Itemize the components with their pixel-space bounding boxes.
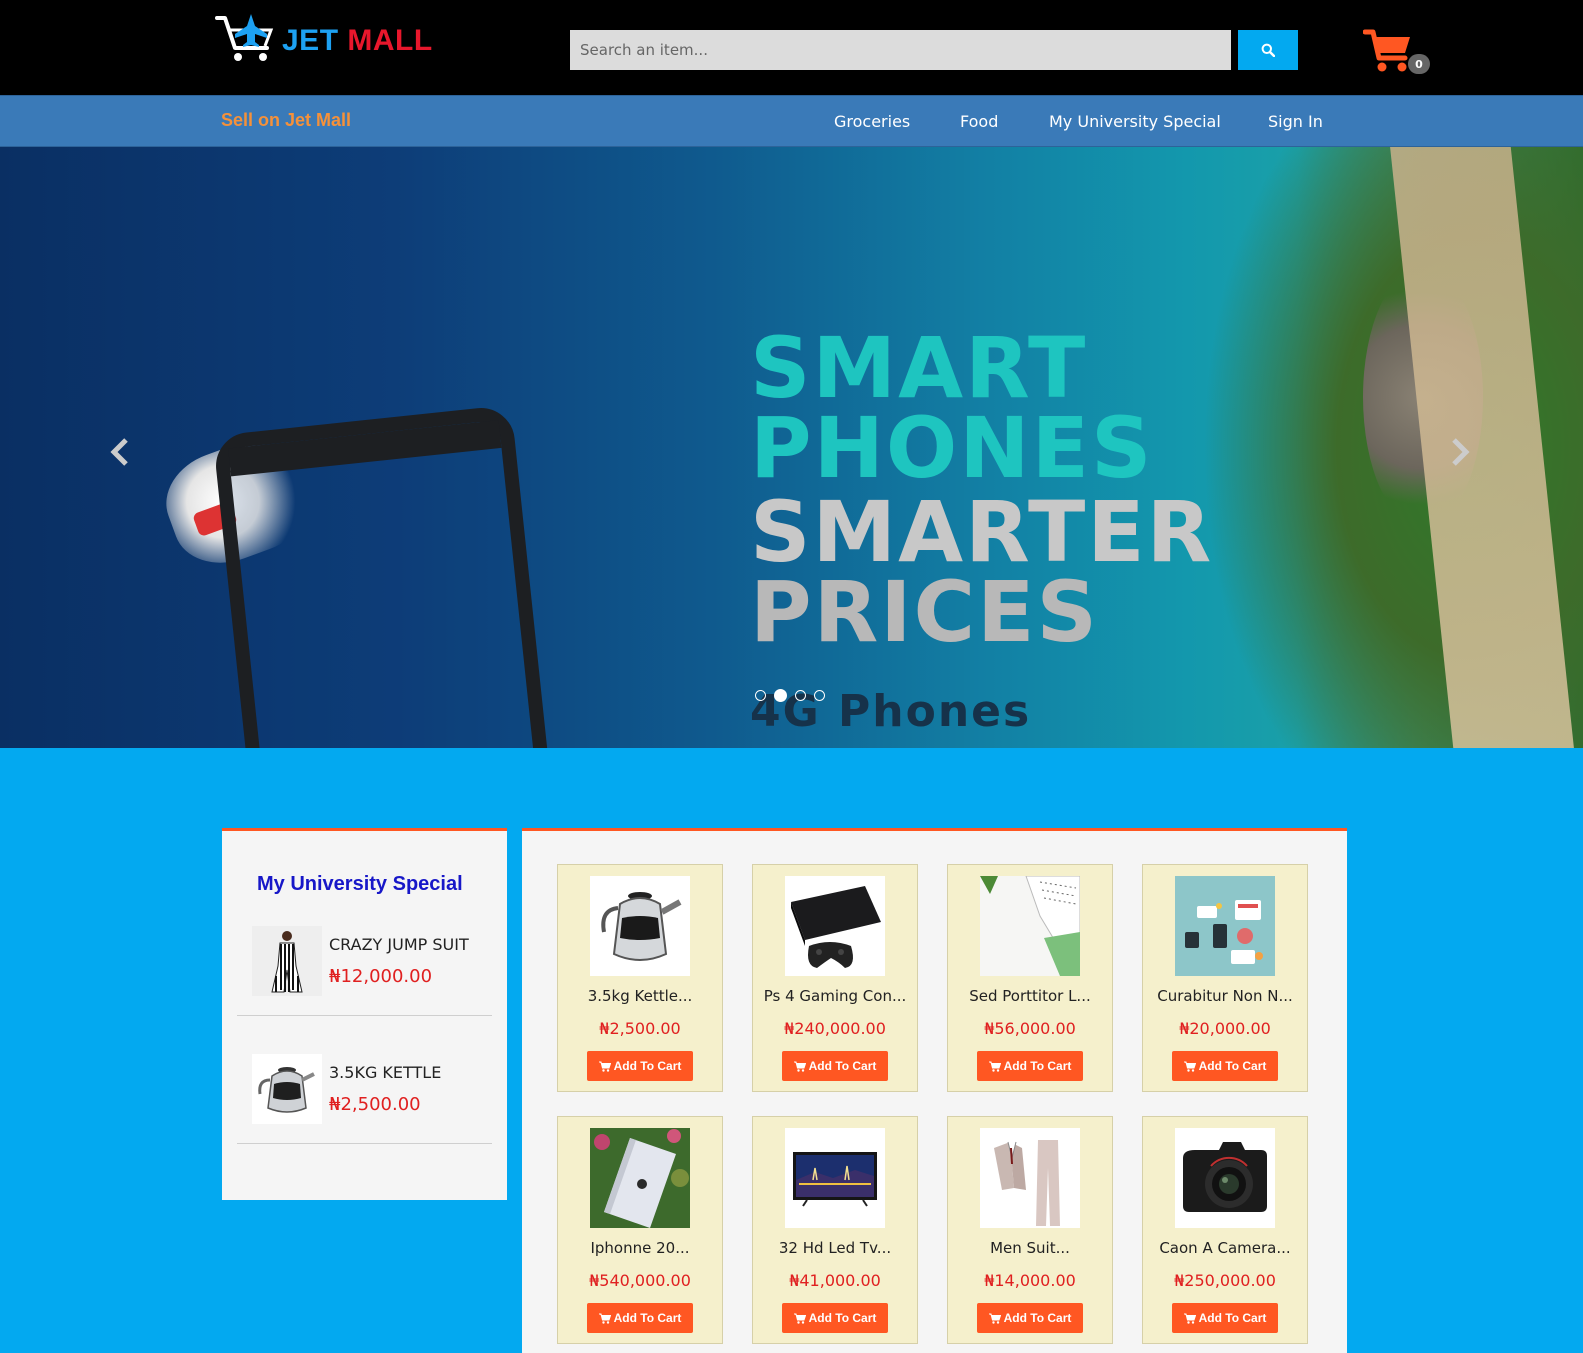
carousel-dot[interactable] <box>755 690 766 701</box>
shopping-cart-icon <box>1362 29 1410 72</box>
product-image[interactable] <box>590 876 690 976</box>
chevron-right-icon <box>1452 438 1470 466</box>
cart-icon <box>793 1061 806 1072</box>
sidebar-item-price: ₦2,500.00 <box>329 1094 421 1115</box>
cart-icon <box>1183 1313 1196 1324</box>
add-to-cart-button[interactable]: Add To Cart <box>977 1303 1083 1333</box>
add-to-cart-label: Add To Cart <box>808 1059 877 1073</box>
product-price: ₦240,000.00 <box>784 1019 886 1038</box>
carousel-indicators <box>755 689 825 702</box>
add-to-cart-button[interactable]: Add To Cart <box>782 1051 888 1081</box>
product-name[interactable]: Caon A Camera... <box>1143 1239 1307 1257</box>
hero-headline-4: PRICES <box>750 563 1100 661</box>
add-to-cart-button[interactable]: Add To Cart <box>977 1051 1083 1081</box>
product-image[interactable] <box>980 1128 1080 1228</box>
product-card[interactable]: Sed Porttitor L... ₦56,000.00 Add To Car… <box>947 864 1113 1092</box>
add-to-cart-button[interactable]: Add To Cart <box>1172 1303 1278 1333</box>
carousel-dot[interactable] <box>814 690 825 701</box>
product-card[interactable]: Ps 4 Gaming Con... ₦240,000.00 Add To Ca… <box>752 864 918 1092</box>
product-price: ₦540,000.00 <box>589 1271 691 1290</box>
add-to-cart-label: Add To Cart <box>808 1311 877 1325</box>
product-name[interactable]: Men Suit... <box>948 1239 1112 1257</box>
search-button[interactable] <box>1238 30 1298 70</box>
sidebar-item-name[interactable]: 3.5KG KETTLE <box>329 1063 441 1082</box>
product-price: ₦2,500.00 <box>599 1019 681 1038</box>
product-image[interactable] <box>980 876 1080 976</box>
add-to-cart-label: Add To Cart <box>1003 1059 1072 1073</box>
add-to-cart-button[interactable]: Add To Cart <box>782 1303 888 1333</box>
search-input[interactable] <box>570 30 1231 70</box>
product-thumbnail[interactable] <box>252 1054 322 1124</box>
product-name[interactable]: Curabitur Non N... <box>1143 987 1307 1005</box>
cart-icon <box>598 1313 611 1324</box>
carousel-dot[interactable] <box>795 690 806 701</box>
sell-on-jet-mall-link[interactable]: Sell on Jet Mall <box>221 110 351 131</box>
product-card[interactable]: 3.5kg Kettle... ₦2,500.00 Add To Cart <box>557 864 723 1092</box>
search-icon <box>1261 43 1275 57</box>
carousel-dot-active[interactable] <box>774 689 787 702</box>
sidebar-item-name[interactable]: CRAZY JUMP SUIT <box>329 935 469 954</box>
add-to-cart-label: Add To Cart <box>1198 1059 1267 1073</box>
sidebar-item[interactable]: 3.5KG KETTLE ₦2,500.00 <box>237 1034 492 1144</box>
logo-jet: JET <box>282 24 339 57</box>
hero-carousel: SMART PHONES SMARTER PRICES 4G Phones <box>0 147 1583 748</box>
cart-count-badge: 0 <box>1408 54 1430 74</box>
sidebar-title: My University Special <box>257 873 463 895</box>
product-price: ₦41,000.00 <box>789 1271 881 1290</box>
logo-text: JET MALL <box>282 24 433 58</box>
cart-icon <box>598 1061 611 1072</box>
product-image[interactable] <box>1175 876 1275 976</box>
add-to-cart-button[interactable]: Add To Cart <box>587 1051 693 1081</box>
sidebar-item[interactable]: CRAZY JUMP SUIT ₦12,000.00 <box>237 906 492 1016</box>
product-thumbnail[interactable] <box>252 926 322 996</box>
product-name[interactable]: 32 Hd Led Tv... <box>753 1239 917 1257</box>
main-nav: Sell on Jet Mall Groceries Food My Unive… <box>0 95 1583 147</box>
add-to-cart-label: Add To Cart <box>613 1311 682 1325</box>
product-grid: 3.5kg Kettle... ₦2,500.00 Add To Cart Ps… <box>522 828 1347 1353</box>
product-card[interactable]: Men Suit... ₦14,000.00 Add To Cart <box>947 1116 1113 1344</box>
product-image[interactable] <box>785 1128 885 1228</box>
hero-headline-1: SMART <box>750 319 1088 417</box>
product-price: ₦14,000.00 <box>984 1271 1076 1290</box>
nav-item-food[interactable]: Food <box>960 112 998 131</box>
nav-item-sign-in[interactable]: Sign In <box>1268 112 1323 131</box>
product-price: ₦250,000.00 <box>1174 1271 1276 1290</box>
cart-icon <box>988 1313 1001 1324</box>
product-name[interactable]: Sed Porttitor L... <box>948 987 1112 1005</box>
add-to-cart-label: Add To Cart <box>613 1059 682 1073</box>
sidebar-item-price: ₦12,000.00 <box>329 966 433 987</box>
nav-item-groceries[interactable]: Groceries <box>834 112 910 131</box>
product-card[interactable]: Curabitur Non N... ₦20,000.00 Add To Car… <box>1142 864 1308 1092</box>
cart-icon <box>988 1061 1001 1072</box>
site-logo[interactable]: JET MALL <box>215 12 435 68</box>
chevron-left-icon <box>110 438 128 466</box>
hero-phone-image <box>212 404 564 748</box>
add-to-cart-button[interactable]: Add To Cart <box>1172 1051 1278 1081</box>
hero-headline-3: SMARTER <box>750 483 1214 581</box>
top-header: JET MALL 0 <box>0 0 1583 95</box>
product-image[interactable] <box>590 1128 690 1228</box>
university-special-sidebar: My University Special CRAZY JUMP SUIT ₦1… <box>222 828 507 1200</box>
cart-icon <box>1183 1061 1196 1072</box>
product-image[interactable] <box>1175 1128 1275 1228</box>
product-price: ₦56,000.00 <box>984 1019 1076 1038</box>
cart-icon <box>793 1313 806 1324</box>
product-card[interactable]: Caon A Camera... ₦250,000.00 Add To Cart <box>1142 1116 1308 1344</box>
hero-headline-2: PHONES <box>750 399 1154 497</box>
product-name[interactable]: Ps 4 Gaming Con... <box>753 987 917 1005</box>
carousel-prev-button[interactable] <box>100 432 140 472</box>
logo-mall: MALL <box>347 24 433 57</box>
product-price: ₦20,000.00 <box>1179 1019 1271 1038</box>
carousel-next-button[interactable] <box>1440 432 1480 472</box>
nav-item-university-special[interactable]: My University Special <box>1049 112 1221 131</box>
product-card[interactable]: 32 Hd Led Tv... ₦41,000.00 Add To Cart <box>752 1116 918 1344</box>
product-name[interactable]: 3.5kg Kettle... <box>558 987 722 1005</box>
add-to-cart-label: Add To Cart <box>1198 1311 1267 1325</box>
add-to-cart-label: Add To Cart <box>1003 1311 1072 1325</box>
add-to-cart-button[interactable]: Add To Cart <box>587 1303 693 1333</box>
product-name[interactable]: Iphonne 20... <box>558 1239 722 1257</box>
product-image[interactable] <box>785 876 885 976</box>
cart-logo-icon <box>215 14 274 61</box>
product-card[interactable]: Iphonne 20... ₦540,000.00 Add To Cart <box>557 1116 723 1344</box>
